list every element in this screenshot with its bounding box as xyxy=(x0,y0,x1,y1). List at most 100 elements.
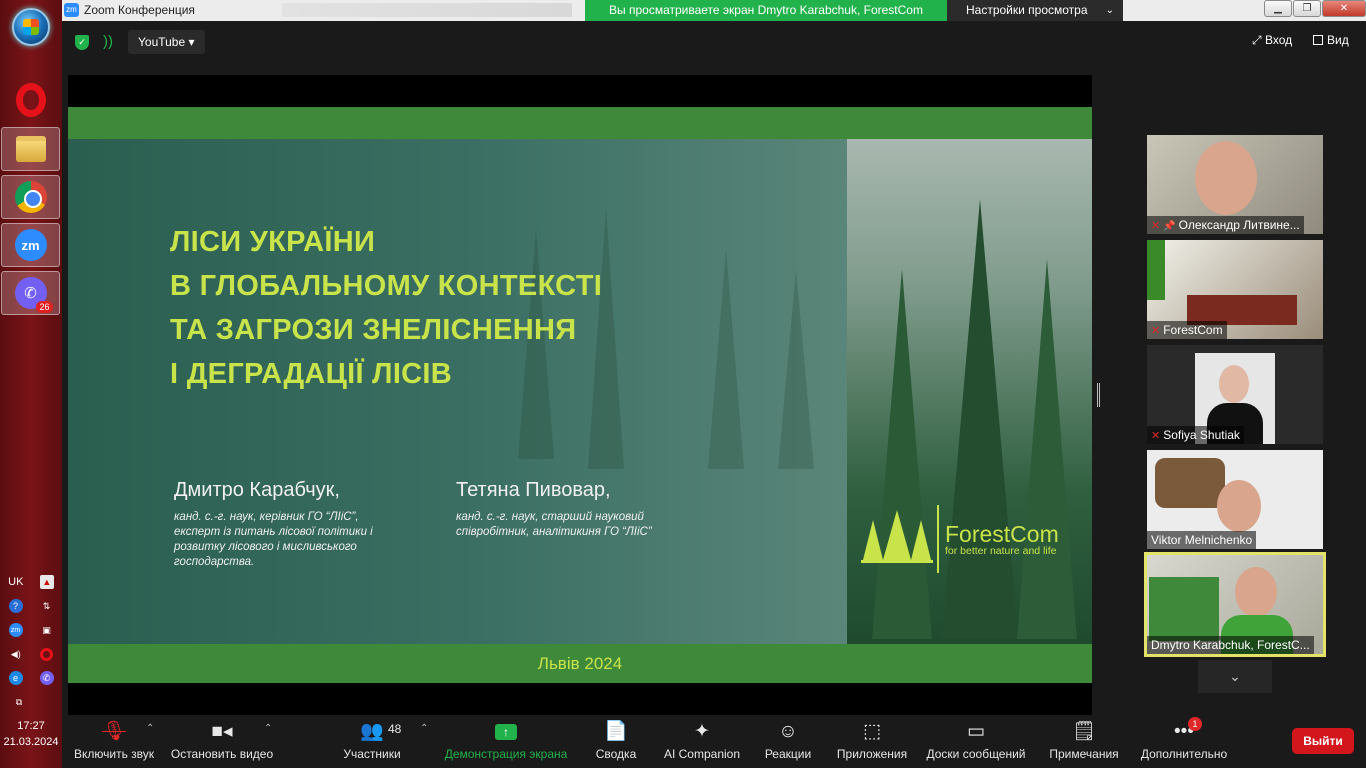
caret-down-icon: ▾ xyxy=(188,35,195,49)
edge-icon[interactable]: e xyxy=(8,671,23,685)
clock-date: 21.03.2024 xyxy=(3,736,59,748)
participant-video xyxy=(1217,480,1261,532)
ai-companion-label: AI Companion xyxy=(663,747,741,761)
security-shield-icon[interactable]: ✓ xyxy=(75,35,89,50)
clipboard-icon[interactable]: ▣ xyxy=(40,623,54,637)
taskbar-zoom[interactable]: zm xyxy=(1,223,60,267)
video-camera-icon: ■◂ xyxy=(211,721,233,742)
language-indicator[interactable]: UK xyxy=(8,576,23,588)
clock[interactable]: 17:27 21.03.2024 xyxy=(0,718,62,750)
zoom-logo-icon: zm xyxy=(64,3,79,17)
view-label: Вид xyxy=(1327,33,1349,47)
view-settings-dropdown[interactable]: Настройки просмотра ⌄ xyxy=(947,0,1123,21)
taskbar-viber[interactable]: ✆ 26 xyxy=(1,271,60,315)
forest-photo xyxy=(847,139,1092,644)
more-dots-icon: ••• xyxy=(1174,721,1194,742)
summary-button[interactable]: 📄 Сводка xyxy=(588,715,644,768)
participant-tile[interactable]: ✕ Sofiya Shutiak xyxy=(1147,345,1323,444)
video-options-caret-icon[interactable]: ⌃ xyxy=(264,723,272,734)
volume-icon[interactable]: ◀) xyxy=(9,647,23,661)
viber-tray-icon[interactable]: ✆ xyxy=(39,671,54,685)
stop-video-button[interactable]: ■◂ Остановить видео xyxy=(170,715,274,768)
participant-name: Sofiya Shutiak xyxy=(1163,428,1240,442)
smiley-icon: ☺ xyxy=(778,721,798,742)
participant-name-tag: Dmytro Karabchuk, ForestC... xyxy=(1147,636,1314,654)
view-button[interactable]: Вид xyxy=(1313,33,1349,47)
tree-shape xyxy=(872,269,932,639)
taskbar-chrome[interactable] xyxy=(1,175,60,219)
author1-desc-line: господарства. xyxy=(174,556,255,568)
stop-video-label: Остановить видео xyxy=(170,747,274,761)
unmute-label: Включить звук xyxy=(73,747,155,761)
slide-title-line: В ГЛОБАЛЬНОМУ КОНТЕКСТІ xyxy=(170,270,603,302)
share-screen-icon: ↑ xyxy=(444,715,568,747)
participants-options-caret-icon[interactable]: ⌃ xyxy=(420,723,428,734)
gallery-scroll-down-button[interactable]: ⌄ xyxy=(1198,660,1272,693)
slide-city-year: Львів 2024 xyxy=(537,654,623,673)
author1-description: канд. с.-г. наук, керівник ГО “ЛІіС”, ек… xyxy=(174,510,373,570)
live-stream-icon[interactable]: )) xyxy=(103,33,113,50)
system-tray: UK ▲ ? ⇅ zm ▣ ◀) e ✆ ⧉ xyxy=(0,570,62,714)
notes-button[interactable]: 🗒 Примечания xyxy=(1046,715,1122,768)
desktop-icon[interactable]: ⧉ xyxy=(12,695,26,709)
background-tab xyxy=(282,3,572,17)
participant-tile[interactable]: ✕ 📌 Олександр Литвине... xyxy=(1147,135,1323,234)
banner-decoration xyxy=(1149,577,1219,641)
presentation-slide: ЛІСИ УКРАЇНИ В ГЛОБАЛЬНОМУ КОНТЕКСТІ ТА … xyxy=(68,107,1092,683)
participant-tile-active-speaker[interactable]: Dmytro Karabchuk, ForestC... xyxy=(1144,552,1326,657)
leave-button[interactable]: Выйти xyxy=(1292,728,1354,754)
apps-button[interactable]: ⬚ Приложения xyxy=(832,715,912,768)
apps-label: Приложения xyxy=(836,747,908,761)
ai-companion-button[interactable]: ✦ AI Companion xyxy=(660,715,744,768)
maximize-button[interactable]: ❐ xyxy=(1293,0,1321,17)
minimize-button[interactable]: ▁ xyxy=(1264,0,1292,17)
participant-tile[interactable]: Viktor Melnichenko xyxy=(1147,450,1323,549)
participant-video xyxy=(1195,141,1257,215)
participant-name: Dmytro Karabchuk, ForestC... xyxy=(1151,638,1310,652)
zoom-tray-icon[interactable]: zm xyxy=(8,623,23,637)
participant-name-tag: Viktor Melnichenko xyxy=(1147,531,1257,549)
whiteboards-button[interactable]: ▭ Доски сообщений xyxy=(924,715,1028,768)
enter-button[interactable]: ⤢ Вход xyxy=(1252,33,1292,48)
window-title: Zoom Конференция xyxy=(84,3,195,17)
zoom-window: zm Zoom Конференция Вы просматриваете эк… xyxy=(62,0,1366,768)
logo-divider xyxy=(937,505,939,573)
slide-title-line: ЛІСИ УКРАЇНИ xyxy=(170,226,376,258)
start-button[interactable] xyxy=(12,8,50,46)
sparkle-icon: ✦ xyxy=(694,721,710,742)
pdf-icon[interactable]: ▲ xyxy=(39,575,54,589)
logo-name: ForestCom xyxy=(945,521,1059,547)
unmute-button[interactable]: 🎙 Включить звук xyxy=(72,715,156,768)
viber-icon: ✆ 26 xyxy=(14,277,53,313)
forestcom-logo-icon xyxy=(861,510,933,563)
pin-icon: 📌 xyxy=(1163,221,1176,232)
author1-name: Дмитро Карабчук, xyxy=(174,479,340,501)
more-button[interactable]: ••• Дополнительно xyxy=(1138,715,1230,768)
fullscreen-icon: ⤢ xyxy=(1252,33,1262,47)
taskbar-explorer[interactable] xyxy=(1,127,60,171)
shared-screen[interactable]: ЛІСИ УКРАЇНИ В ГЛОБАЛЬНОМУ КОНТЕКСТІ ТА … xyxy=(68,75,1092,715)
tree-shape xyxy=(942,199,1018,639)
panel-splitter-handle[interactable] xyxy=(1097,383,1100,407)
zoom-icon: zm xyxy=(14,229,47,261)
youtube-stream-button[interactable]: YouTube ▾ xyxy=(128,30,205,54)
taskbar-opera[interactable] xyxy=(1,78,60,122)
participant-name: Viktor Melnichenko xyxy=(1151,533,1253,547)
audio-options-caret-icon[interactable]: ⌃ xyxy=(146,723,154,734)
reactions-button[interactable]: ☺ Реакции xyxy=(760,715,816,768)
meeting-topbar: ✓ )) YouTube ▾ ⤢ Вход Вид xyxy=(62,21,1366,65)
help-icon[interactable]: ? xyxy=(8,599,23,613)
network-icon[interactable]: ⇅ xyxy=(40,599,54,613)
viber-badge: 26 xyxy=(36,301,53,313)
share-screen-button[interactable]: ↑ Демонстрация экрана xyxy=(444,715,568,768)
participant-name-tag: ✕ ForestCom xyxy=(1147,321,1227,339)
close-button[interactable]: ✕ xyxy=(1322,0,1366,17)
notes-label: Примечания xyxy=(1049,747,1119,761)
opera-tray-icon[interactable] xyxy=(40,647,54,661)
chrome-icon xyxy=(14,181,47,213)
opera-icon xyxy=(15,83,46,117)
participant-tile[interactable]: ✕ ForestCom xyxy=(1147,240,1323,339)
author2-name: Тетяна Пивовар, xyxy=(456,479,611,501)
share-screen-label: Демонстрация экрана xyxy=(444,747,568,761)
whiteboard-icon: ▭ xyxy=(967,721,985,742)
